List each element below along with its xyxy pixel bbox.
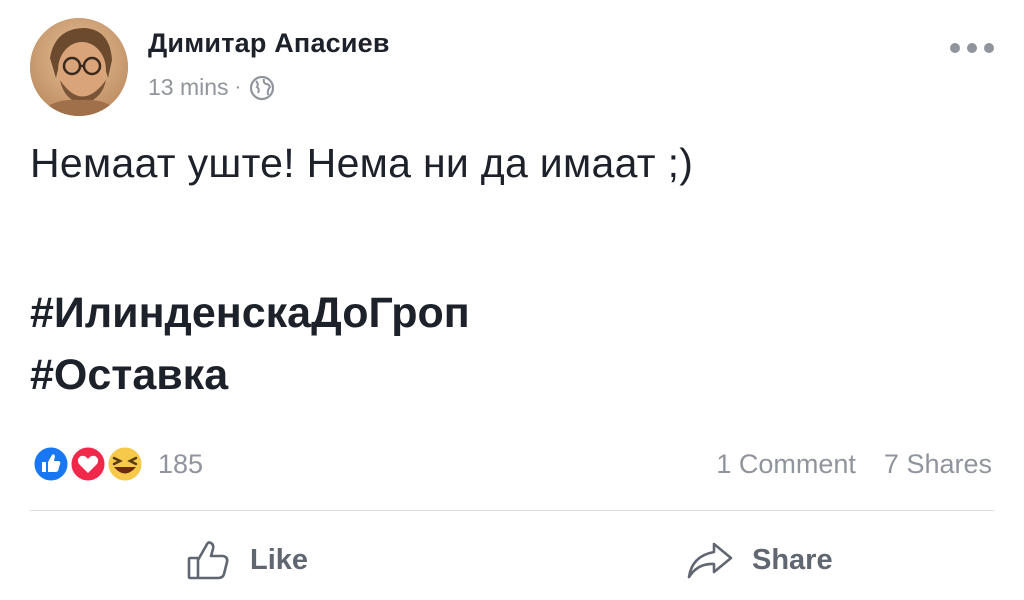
post-hashtags: #ИлинденскаДоГроп #Оставка xyxy=(30,282,470,406)
post-text: Немаат уште! Нема ни да имаат ;) xyxy=(30,140,694,186)
reactions-summary: 185 1 Comment 7 Shares xyxy=(30,442,992,486)
shares-count-link[interactable]: 7 Shares xyxy=(884,449,992,480)
more-options-button[interactable] xyxy=(950,38,994,58)
share-button[interactable]: Share xyxy=(686,520,833,600)
more-dot-icon xyxy=(984,43,994,53)
reaction-count[interactable]: 185 xyxy=(158,449,203,480)
post-meta: 13 mins · xyxy=(148,74,275,101)
more-dot-icon xyxy=(967,43,977,53)
hashtag-link[interactable]: #Оставка xyxy=(30,344,470,406)
facebook-post: Димитар Апасиев 13 mins · Немаат уште! Н… xyxy=(0,0,1024,600)
thumbs-up-icon xyxy=(187,541,229,580)
like-button[interactable]: Like xyxy=(186,520,308,600)
share-label: Share xyxy=(752,543,833,576)
more-dot-icon xyxy=(950,43,960,53)
engagement-counts: 1 Comment 7 Shares xyxy=(716,449,992,480)
post-header: Димитар Апасиев 13 mins · xyxy=(30,18,994,118)
hashtag-link[interactable]: #ИлинденскаДоГроп xyxy=(30,282,470,344)
actions-divider xyxy=(30,510,994,511)
like-label: Like xyxy=(250,543,309,576)
author-name[interactable]: Димитар Апасиев xyxy=(148,28,390,59)
share-arrow-icon xyxy=(687,542,733,579)
love-reaction-icon xyxy=(68,444,108,484)
haha-reaction-icon xyxy=(105,444,145,484)
author-avatar[interactable] xyxy=(30,18,128,116)
reaction-icons[interactable] xyxy=(30,444,150,484)
like-reaction-icon xyxy=(31,444,71,484)
globe-icon[interactable] xyxy=(249,75,275,101)
post-actions: Like Share xyxy=(0,520,1024,600)
post-timestamp[interactable]: 13 mins xyxy=(148,74,229,101)
comments-count-link[interactable]: 1 Comment xyxy=(716,449,856,480)
meta-separator: · xyxy=(234,76,242,98)
